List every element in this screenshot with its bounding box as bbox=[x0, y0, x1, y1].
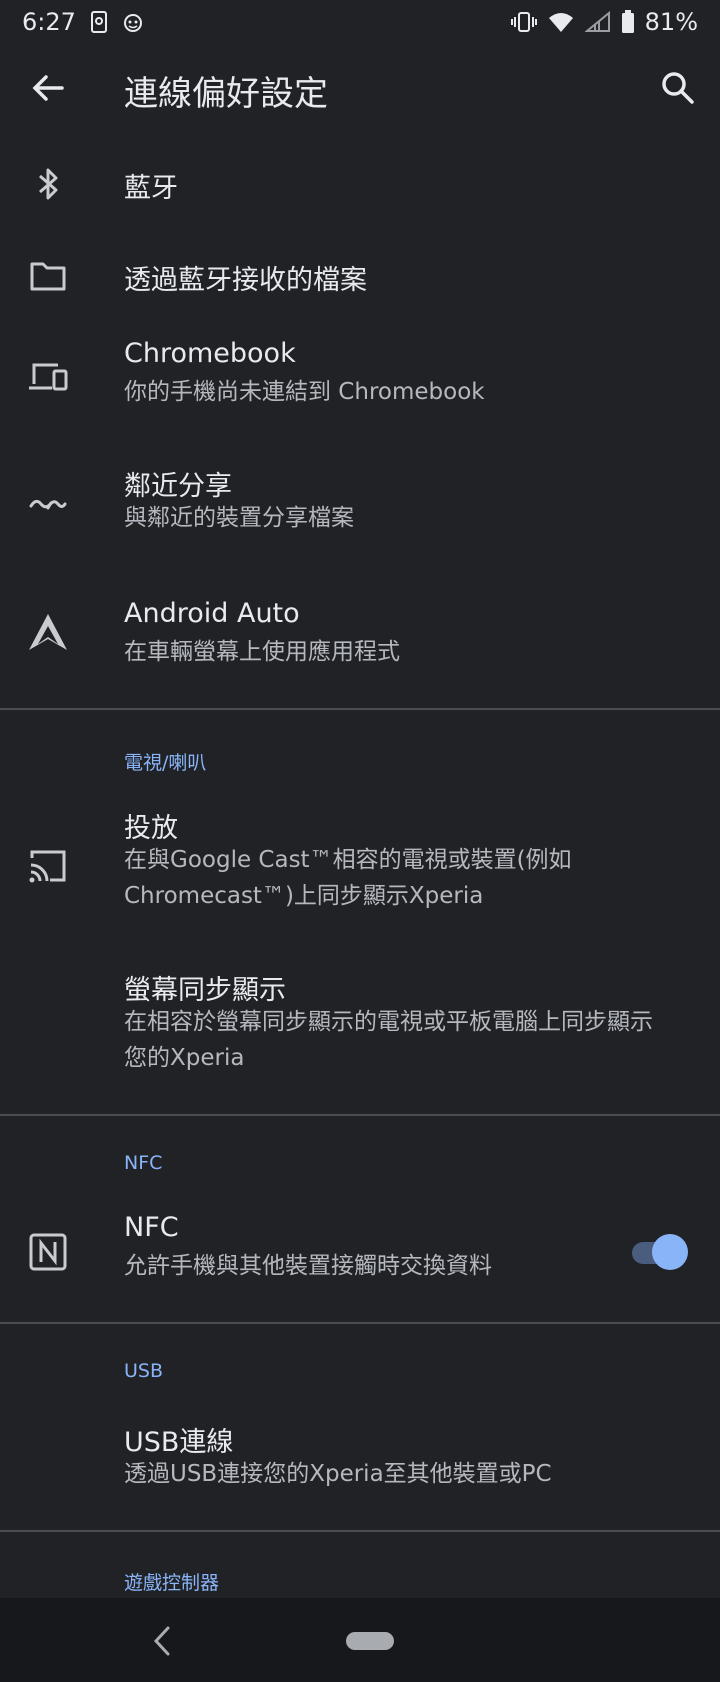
received-files-title: 透過藍牙接收的檔案 bbox=[124, 265, 367, 296]
android-auto-title: Android Auto bbox=[124, 598, 300, 629]
battery-percent: 81% bbox=[644, 8, 698, 36]
section-game-controller: 遊戲控制器 bbox=[0, 1532, 720, 1608]
face-icon bbox=[122, 11, 144, 33]
folder-icon bbox=[28, 256, 68, 296]
nfc-toggle[interactable] bbox=[632, 1234, 690, 1270]
devices-icon bbox=[28, 356, 68, 396]
nav-back-icon[interactable] bbox=[148, 1624, 178, 1658]
section-usb: USB bbox=[0, 1324, 720, 1400]
screenshot-icon bbox=[90, 10, 108, 34]
nearby-share-icon bbox=[28, 484, 68, 524]
status-left: 6:27 bbox=[22, 8, 144, 36]
nearby-share-subtitle: 與鄰近的裝置分享檔案 bbox=[124, 505, 354, 531]
vibrate-icon bbox=[510, 11, 537, 33]
chromebook-subtitle: 你的手機尚未連結到 Chromebook bbox=[124, 379, 485, 405]
cast-item[interactable]: 投放 在與Google Cast™相容的電視或裝置(例如 Chromecast™… bbox=[0, 788, 720, 950]
section-label-nfc: NFC bbox=[124, 1152, 163, 1174]
section-nfc: NFC bbox=[0, 1116, 720, 1192]
settings-list: 藍牙 透過藍牙接收的檔案 Chromebook 你的手機尚未連結到 Chrome… bbox=[0, 136, 720, 1608]
screen-mirroring-title: 螢幕同步顯示 bbox=[124, 975, 286, 1006]
cast-title: 投放 bbox=[124, 813, 178, 844]
screen-mirroring-subtitle-line1: 在相容於螢幕同步顯示的電視或平板電腦上同步顯示 bbox=[124, 1009, 653, 1035]
usb-connection-title: USB連線 bbox=[124, 1427, 234, 1458]
nfc-icon bbox=[28, 1232, 68, 1272]
screen-mirroring-subtitle-line2: 您的Xperia bbox=[124, 1045, 245, 1071]
app-bar: 連線偏好設定 bbox=[0, 44, 720, 136]
usb-connection-item[interactable]: USB連線 透過USB連接您的Xperia至其他裝置或PC bbox=[0, 1400, 720, 1530]
cast-subtitle-line2: Chromecast™)上同步顯示Xperia bbox=[124, 883, 484, 909]
nearby-share-item[interactable]: 鄰近分享 與鄰近的裝置分享檔案 bbox=[0, 446, 720, 572]
received-files-item[interactable]: 透過藍牙接收的檔案 bbox=[0, 228, 720, 320]
screen-mirroring-item[interactable]: 螢幕同步顯示 在相容於螢幕同步顯示的電視或平板電腦上同步顯示 您的Xperia bbox=[0, 950, 720, 1114]
navigation-bar bbox=[0, 1598, 720, 1682]
battery-icon bbox=[621, 10, 635, 34]
section-label-tv-speaker: 電視/喇叭 bbox=[124, 752, 207, 774]
status-time: 6:27 bbox=[22, 8, 76, 36]
usb-connection-subtitle: 透過USB連接您的Xperia至其他裝置或PC bbox=[124, 1461, 552, 1487]
status-right: 81% bbox=[510, 8, 698, 36]
bluetooth-title: 藍牙 bbox=[124, 173, 178, 204]
section-label-game-controller: 遊戲控制器 bbox=[124, 1572, 220, 1594]
bluetooth-item[interactable]: 藍牙 bbox=[0, 136, 720, 228]
search-icon[interactable] bbox=[658, 68, 698, 108]
page-title: 連線偏好設定 bbox=[124, 74, 328, 114]
toggle-knob bbox=[652, 1234, 688, 1270]
arrow-back-icon[interactable] bbox=[28, 68, 68, 108]
home-pill[interactable] bbox=[346, 1632, 394, 1650]
nearby-share-title: 鄰近分享 bbox=[124, 471, 232, 502]
bluetooth-icon bbox=[28, 164, 68, 204]
wifi-icon bbox=[547, 11, 575, 33]
cast-subtitle-line1: 在與Google Cast™相容的電視或裝置(例如 bbox=[124, 847, 572, 873]
android-auto-icon bbox=[28, 612, 68, 652]
status-bar: 6:27 81% bbox=[0, 0, 720, 44]
cast-icon bbox=[28, 846, 68, 886]
signal-icon bbox=[584, 11, 611, 33]
chromebook-title: Chromebook bbox=[124, 338, 296, 369]
android-auto-item[interactable]: Android Auto 在車輛螢幕上使用應用程式 bbox=[0, 572, 720, 708]
chromebook-item[interactable]: Chromebook 你的手機尚未連結到 Chromebook bbox=[0, 320, 720, 446]
section-tv-speaker: 電視/喇叭 bbox=[0, 710, 720, 788]
section-label-usb: USB bbox=[124, 1360, 164, 1382]
nfc-item[interactable]: NFC 允許手機與其他裝置接觸時交換資料 bbox=[0, 1192, 720, 1322]
nfc-title: NFC bbox=[124, 1212, 179, 1243]
android-auto-subtitle: 在車輛螢幕上使用應用程式 bbox=[124, 639, 400, 665]
nfc-subtitle: 允許手機與其他裝置接觸時交換資料 bbox=[124, 1253, 492, 1279]
